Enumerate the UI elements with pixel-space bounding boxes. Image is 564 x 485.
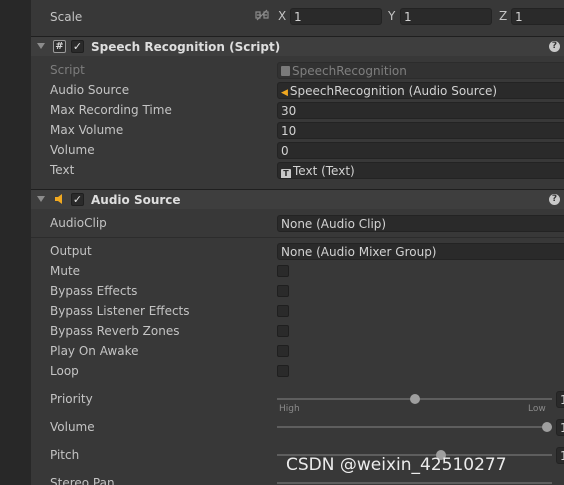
output-label: Output [50, 244, 92, 258]
pitch-value-field[interactable]: 1 [556, 447, 564, 464]
priority-value-field[interactable]: 1 [556, 391, 564, 408]
help-icon[interactable]: ? [549, 194, 560, 205]
priority-label: Priority [50, 392, 93, 406]
bypass-effects-checkbox[interactable] [277, 285, 289, 297]
audio-source-icon [54, 193, 66, 208]
play-on-awake-label: Play On Awake [50, 344, 139, 358]
script-label: Script [50, 63, 85, 77]
speech-recognition-header[interactable]: # ✓ Speech Recognition (Script) ? [31, 36, 564, 56]
volume-slider-thumb[interactable] [542, 422, 552, 432]
scale-y-field[interactable]: 1 [400, 8, 492, 25]
audioclip-field[interactable]: None (Audio Clip) [277, 215, 564, 232]
loop-checkbox[interactable] [277, 365, 289, 377]
enable-checkbox[interactable]: ✓ [71, 193, 84, 206]
priority-low-label: Low [528, 404, 546, 414]
mute-label: Mute [50, 264, 81, 278]
inspector-panel: Scale X 1 Y 1 Z 1 # ✓ Speech Recognition… [31, 0, 564, 485]
speaker-icon: ◀ [281, 88, 288, 98]
volume-value-field[interactable]: 1 [556, 419, 564, 436]
play-on-awake-checkbox[interactable] [277, 345, 289, 357]
help-icon[interactable]: ? [549, 41, 560, 52]
script-field: SpeechRecognition [277, 62, 564, 79]
priority-slider-thumb[interactable] [409, 394, 420, 404]
component-title: Speech Recognition (Script) [91, 40, 281, 54]
stereo-pan-label: Stereo Pan [50, 476, 115, 485]
audio-source-field[interactable]: ◀ SpeechRecognition (Audio Source) [277, 82, 564, 99]
max-recording-time-label: Max Recording Time [50, 103, 172, 117]
audio-volume-label: Volume [50, 420, 95, 434]
scale-x-label: X [278, 9, 287, 23]
max-volume-label: Max Volume [50, 123, 124, 137]
divider [31, 237, 564, 238]
max-volume-field[interactable]: 10 [277, 122, 564, 139]
volume-field[interactable]: 0 [277, 142, 564, 159]
foldout-arrow-icon[interactable] [37, 196, 45, 202]
bypass-reverb-zones-checkbox[interactable] [277, 325, 289, 337]
bypass-reverb-zones-label: Bypass Reverb Zones [50, 324, 180, 338]
audioclip-label: AudioClip [50, 216, 107, 230]
priority-high-label: High [279, 404, 300, 414]
enable-checkbox[interactable]: ✓ [71, 40, 84, 53]
scale-label: Scale [50, 10, 83, 24]
audio-source-header[interactable]: ✓ Audio Source ? [31, 189, 564, 209]
foldout-arrow-icon[interactable] [37, 43, 45, 49]
bypass-listener-effects-label: Bypass Listener Effects [50, 304, 190, 318]
component-title: Audio Source [91, 193, 181, 207]
scale-x-field[interactable]: 1 [290, 8, 382, 25]
script-file-icon [281, 66, 290, 76]
script-value: SpeechRecognition [292, 64, 407, 78]
pitch-label: Pitch [50, 448, 80, 462]
link-icon[interactable] [255, 9, 269, 21]
audio-source-label: Audio Source [50, 83, 130, 97]
max-recording-time-field[interactable]: 30 [277, 102, 564, 119]
mute-checkbox[interactable] [277, 265, 289, 277]
loop-label: Loop [50, 364, 79, 378]
text-value: Text (Text) [293, 164, 355, 178]
bypass-effects-label: Bypass Effects [50, 284, 138, 298]
stereo-pan-slider-track[interactable] [277, 482, 552, 484]
scale-z-label: Z [499, 9, 508, 23]
text-component-icon: T [281, 169, 291, 178]
output-field[interactable]: None (Audio Mixer Group) [277, 243, 564, 260]
text-field[interactable]: T Text (Text) [277, 162, 564, 179]
bypass-listener-effects-checkbox[interactable] [277, 305, 289, 317]
volume-label: Volume [50, 143, 95, 157]
text-label: Text [50, 163, 75, 177]
script-icon: # [53, 40, 66, 53]
scale-z-field[interactable]: 1 [511, 8, 564, 25]
left-strip [0, 0, 31, 485]
audio-source-value: SpeechRecognition (Audio Source) [289, 84, 498, 98]
scale-y-label: Y [388, 9, 396, 23]
volume-slider-track[interactable] [277, 426, 552, 428]
watermark-text: CSDN @weixin_42510277 [286, 455, 507, 475]
